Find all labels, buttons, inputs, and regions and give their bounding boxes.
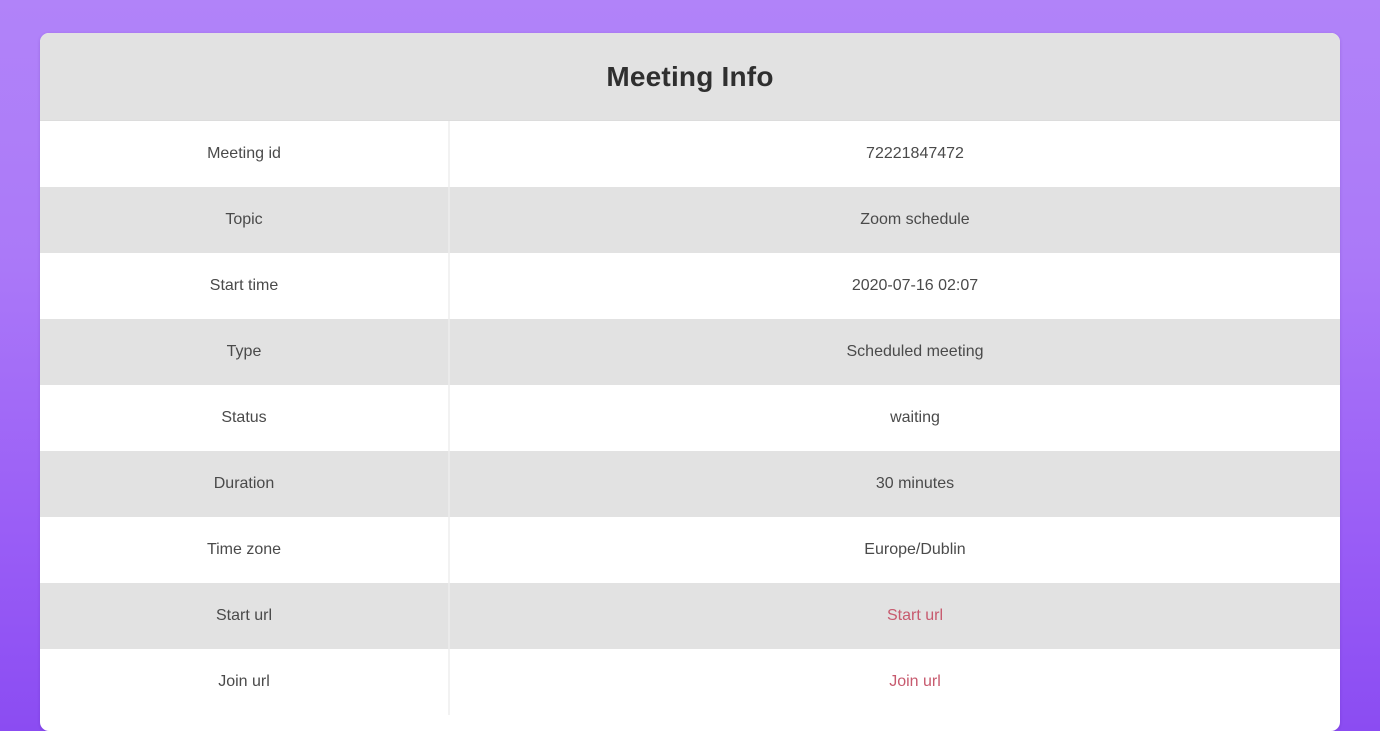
row-label: Topic bbox=[40, 187, 450, 253]
row-value-link[interactable]: Start url bbox=[887, 607, 943, 624]
table-row: Join url Join url bbox=[40, 649, 1340, 715]
meeting-info-table: Meeting id 72221847472 Topic Zoom schedule S… bbox=[40, 121, 1340, 715]
table-row: Start time 2020-07-16 02:07 bbox=[40, 253, 1340, 319]
row-value: Scheduled meeting bbox=[449, 319, 1340, 385]
row-label: Start url bbox=[40, 583, 450, 649]
table-row: Duration 30 minutes bbox=[40, 451, 1340, 517]
table-row: Time zone Europe/Dublin bbox=[40, 517, 1340, 583]
row-label: Join url bbox=[40, 649, 450, 715]
row-label: Time zone bbox=[40, 517, 450, 583]
table-body: Meeting id 72221847472 Topic Zoom schedule S… bbox=[40, 121, 1340, 715]
card-header: Meeting Info bbox=[40, 33, 1340, 121]
row-label: Meeting id bbox=[40, 121, 450, 187]
row-value: Europe/Dublin bbox=[449, 517, 1340, 583]
row-value: 72221847472 bbox=[449, 121, 1340, 187]
table-row: Status waiting bbox=[40, 385, 1340, 451]
row-label: Type bbox=[40, 319, 450, 385]
table-row: Type Scheduled meeting bbox=[40, 319, 1340, 385]
row-value: waiting bbox=[449, 385, 1340, 451]
table-row: Start url Start url bbox=[40, 583, 1340, 649]
row-value[interactable]: Start url bbox=[449, 583, 1340, 649]
row-value: Zoom schedule bbox=[449, 187, 1340, 253]
row-value: 30 minutes bbox=[449, 451, 1340, 517]
row-value: 2020-07-16 02:07 bbox=[449, 253, 1340, 319]
row-value-link[interactable]: Join url bbox=[889, 673, 941, 690]
page-title: Meeting Info bbox=[606, 60, 774, 92]
table-row: Topic Zoom schedule bbox=[40, 187, 1340, 253]
row-label: Status bbox=[40, 385, 450, 451]
row-label: Duration bbox=[40, 451, 450, 517]
page-background: Meeting Info Meeting id 72221847472 Topic Z… bbox=[0, 0, 1380, 731]
meeting-info-card: Meeting Info Meeting id 72221847472 Topic Z… bbox=[40, 33, 1340, 731]
row-value[interactable]: Join url bbox=[449, 649, 1340, 715]
table-row: Meeting id 72221847472 bbox=[40, 121, 1340, 187]
row-label: Start time bbox=[40, 253, 450, 319]
